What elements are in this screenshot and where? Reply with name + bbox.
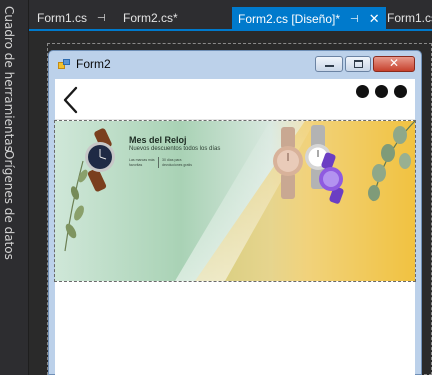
minimize-icon bbox=[325, 65, 334, 67]
document-tab-strip: Form1.cs ⊣ Form2.cs* Form2.cs [Diseño]* … bbox=[29, 0, 432, 31]
maximize-button[interactable] bbox=[345, 56, 371, 72]
tab-form1-cs-overflow[interactable]: Form1.cs bbox=[387, 7, 432, 29]
minimize-button[interactable] bbox=[315, 56, 343, 72]
toolbox-tab[interactable]: Cuadro de herramientas bbox=[2, 6, 16, 152]
close-icon: ✕ bbox=[388, 56, 400, 70]
tab-label: Form1.cs bbox=[37, 11, 88, 25]
chevron-left-icon[interactable] bbox=[61, 85, 81, 115]
tab-label: Form2.cs [Diseño]* bbox=[238, 12, 341, 26]
pin-icon[interactable]: ⊣ bbox=[350, 14, 359, 25]
close-button[interactable]: ✕ bbox=[373, 56, 415, 72]
toolbox-strip: Cuadro de herramientas Orígenes de datos bbox=[0, 0, 29, 375]
tab-label: Form1.cs bbox=[387, 11, 432, 25]
form-window[interactable]: Form2 ✕ Mes del Reloj Nuevos descuentos … bbox=[48, 50, 422, 375]
data-sources-tab[interactable]: Orígenes de datos bbox=[2, 150, 16, 260]
maximize-icon bbox=[354, 60, 363, 68]
form-client-area: Mes del Reloj Nuevos descuentos todos lo… bbox=[54, 79, 416, 375]
banner-selection-outline bbox=[54, 120, 416, 282]
close-tab-icon[interactable]: ✕ bbox=[369, 11, 380, 27]
tab-label: Form2.cs* bbox=[123, 11, 178, 25]
tab-form2-design[interactable]: Form2.cs [Diseño]* ⊣ ✕ bbox=[232, 7, 386, 31]
tab-form1-cs[interactable]: Form1.cs ⊣ bbox=[37, 7, 106, 29]
tab-form2-cs[interactable]: Form2.cs* bbox=[123, 7, 178, 29]
pin-icon[interactable]: ⊣ bbox=[97, 13, 106, 24]
form-icon bbox=[58, 59, 70, 70]
more-dots-icon[interactable] bbox=[356, 85, 407, 98]
header-panel[interactable] bbox=[55, 79, 415, 120]
form-title: Form2 bbox=[76, 57, 111, 71]
form-title-bar[interactable]: Form2 ✕ bbox=[49, 51, 421, 79]
